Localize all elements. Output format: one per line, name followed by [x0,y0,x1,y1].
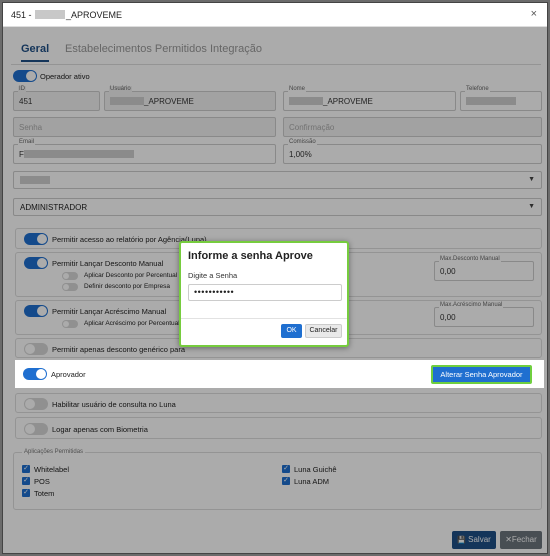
cancel-button[interactable]: Cancelar [305,324,342,338]
modal-title: Informe a senha Aprove [188,250,313,262]
user-edit-window: 451 - _APROVEME × Geral Estabelecimentos… [2,2,548,554]
modal-divider [181,318,347,319]
aprovador-label: Aprovador [51,370,86,379]
modal-label: Digite a Senha [188,271,238,280]
password-modal: Informe a senha Aprove Digite a Senha ••… [179,241,349,347]
alterar-senha-aprovador-button[interactable]: Alterar Senha Aprovador [431,365,532,384]
title-bar: 451 - _APROVEME × [3,3,547,27]
window-title: 451 - _APROVEME [11,10,122,20]
title-prefix: 451 - [11,10,35,20]
close-icon[interactable]: × [531,8,537,20]
title-redacted [35,10,66,19]
ok-button[interactable]: OK [281,324,302,338]
title-suffix: _APROVEME [66,10,123,20]
password-input[interactable]: ••••••••••• [188,284,342,301]
aprovador-toggle[interactable] [23,368,47,380]
